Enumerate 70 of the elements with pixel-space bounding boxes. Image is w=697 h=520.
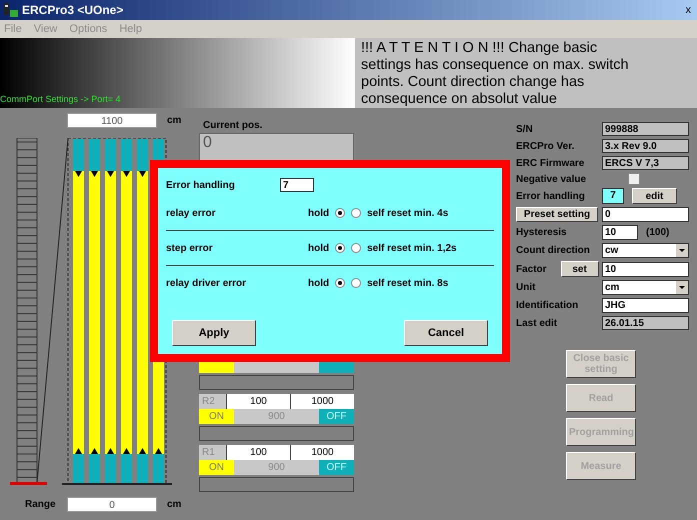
setting-label: Unit [516,282,536,293]
relay-span-value: 900 [234,409,319,424]
relay-span-value: 900 [234,460,319,475]
option-label: hold [308,242,330,254]
port-status: CommPort Settings -> Port= 4 [0,94,121,104]
relay-off-indicator: OFF [319,460,354,475]
app-icon [4,3,18,17]
radio-button[interactable] [351,278,362,288]
relay-to-field[interactable]: 1000 [290,394,354,409]
radio-button[interactable] [335,278,346,288]
option-label: self reset min. 1,2s [367,242,457,254]
current-pos-label: Current pos. [203,120,264,131]
hysteresis-max-label: (100) [646,227,670,238]
range-top-field[interactable]: 1100 [67,112,157,128]
dropdown[interactable]: cw [602,243,689,258]
relay-from-field[interactable]: 100 [226,394,290,409]
readonly-field: 999888 [602,122,689,136]
relay-from-field[interactable]: 100 [226,445,290,460]
radio-button[interactable] [335,243,346,253]
error-handling-field: 7 [602,188,624,204]
set-button[interactable]: set [560,261,599,277]
option-label: hold [308,278,330,288]
radio-button[interactable] [335,208,346,218]
current-pos-display: 0 [199,133,354,163]
setting-label: Hysteresis [516,227,568,238]
setting-label: Negative value [516,174,588,184]
setting-label: Error handling [516,190,586,202]
dialog-title: Error handling [166,180,236,190]
relay-name: R1 [199,445,226,460]
radio-button[interactable] [351,208,362,218]
setting-label: Factor [516,264,547,274]
readonly-field: 3.x Rev 9.0 [602,139,689,153]
radio-button[interactable] [351,243,362,253]
unit-label: cm [167,114,182,126]
error-label: relay driver error [166,278,248,288]
relay-on-indicator: ON [199,460,234,475]
readonly-field: ERCS V 7,3 [602,156,689,170]
attention-message: !!! A T T E N T I O N !!! Change basic settings has consequence on max. switch points. Count direction change has consequence on absolut value [355,38,697,108]
setting-label: Count direction [516,245,591,256]
relay-off-indicator: OFF [319,409,354,424]
window-title: ERCPro3 <UOne> [22,3,124,17]
edit-button[interactable]: edit [632,188,677,204]
error-code-field[interactable]: 7 [280,178,314,192]
dropdown[interactable]: cm [602,280,689,295]
setting-label: Last edit [516,318,558,328]
option-label: self reset min. 8s [367,278,448,288]
close-button[interactable]: x [684,4,693,16]
setting-label: Identification [516,300,580,311]
error-label: step error [166,242,214,254]
option-label: self reset min. 4s [367,208,448,218]
relay-to-field[interactable]: 1000 [290,445,354,460]
preset-field[interactable]: 0 [602,207,689,222]
setting-label: ERC Firmware [516,158,586,168]
hysteresis-field[interactable]: 10 [602,225,638,240]
option-label: hold [308,208,330,218]
relay-on-indicator: ON [199,409,234,424]
input-field[interactable]: JHG [602,298,689,313]
range-bottom-field[interactable]: 0 [67,496,157,512]
preset-setting-button[interactable]: Preset setting [516,207,598,222]
input-field[interactable]: 10 [602,262,689,276]
checkbox[interactable] [628,173,640,185]
setting-label: ERCPro Ver. [516,140,576,152]
setting-label: S/N [516,124,534,134]
error-label: relay error [166,208,216,218]
cancel-button[interactable]: Cancel [404,320,488,346]
apply-button[interactable]: Apply [172,320,256,346]
readonly-field: 26.01.15 [602,316,689,330]
range-label: Range [25,498,57,510]
unit-label: cm [167,498,182,510]
relay-name: R2 [199,394,226,409]
